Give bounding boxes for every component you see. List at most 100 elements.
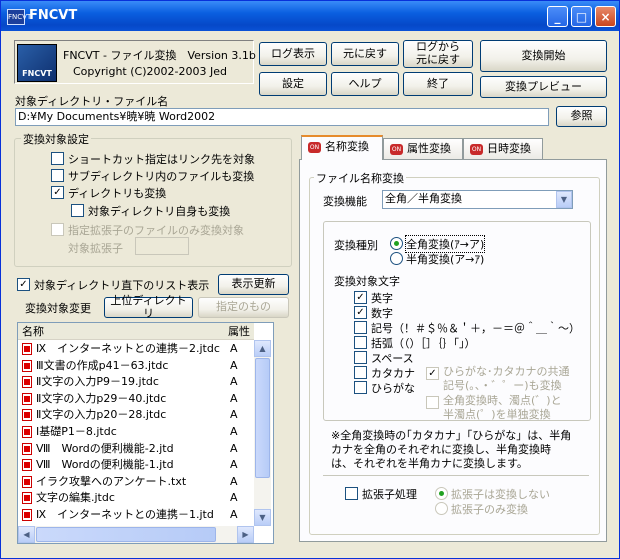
minimize-button[interactable]: _	[547, 6, 568, 27]
sym-checkbox[interactable]	[354, 321, 367, 334]
eng-checkbox[interactable]: ✓	[354, 291, 367, 304]
chars-label: 変換対象文字	[334, 275, 400, 288]
start-convert-button[interactable]: 変換開始	[480, 40, 607, 72]
specified-button[interactable]: 指定のもの	[198, 297, 289, 318]
common-symbols-label: ひらがな･カタカナの共通 記号(。、・゛゜ー)も変換	[443, 365, 570, 392]
undo-button[interactable]: 元に戻す	[331, 42, 399, 66]
ext-only-checkbox[interactable]	[51, 223, 64, 236]
ext-nochange-label: 拡張子は変換しない	[451, 488, 550, 501]
file-attr: A	[230, 425, 238, 438]
file-icon	[22, 392, 32, 405]
list-item[interactable]: Ⅱ文字の入力P9－19.jtdc A	[18, 374, 254, 390]
function-label: 変換機能	[323, 195, 367, 208]
list-item[interactable]: Ⅸ インターネットとの連携－1.jtd A	[18, 507, 254, 523]
space-label: スペース	[371, 352, 414, 365]
title-bar[interactable]: FNCVT FNCVT _ □ ×	[1, 1, 619, 31]
file-name: Ⅱ文字の入力p29－40.jtdc	[36, 391, 167, 405]
target-path-input[interactable]: D:¥My Documents¥暁¥暁 Word2002	[15, 108, 549, 126]
scroll-thumb[interactable]	[255, 358, 270, 478]
parent-dir-button[interactable]: 上位ディレクトリ	[104, 294, 193, 319]
file-icon	[22, 359, 32, 372]
divider	[323, 475, 589, 476]
space-checkbox[interactable]	[354, 351, 367, 364]
file-attr: A	[230, 342, 238, 355]
column-header-name[interactable]: 名称	[18, 323, 224, 340]
kind-zenkaku-radio[interactable]	[390, 237, 403, 250]
function-select[interactable]: 全角／半角変換	[382, 190, 573, 209]
num-checkbox[interactable]: ✓	[354, 306, 367, 319]
tab-date-convert[interactable]: ON 日時変換	[463, 138, 543, 159]
list-item[interactable]: Ⅲ文書の作成p41－63.jtdc A	[18, 358, 254, 374]
ext-only-label: 指定拡張子のファイルのみ変換対象	[68, 224, 244, 237]
maximize-button[interactable]: □	[571, 6, 592, 27]
shortcut-label: ショートカット指定はリンク先を対象	[68, 153, 255, 166]
browse-button[interactable]: 参照	[556, 106, 607, 127]
file-attr: A	[230, 391, 238, 405]
list-item[interactable]: イラク攻撃へのアンケート.txt A	[18, 474, 254, 490]
close-button[interactable]: ×	[595, 6, 616, 27]
window-title: FNCVT	[29, 8, 78, 23]
list-item[interactable]: Ⅱ文字の入力p20－28.jtdc A	[18, 407, 254, 423]
chevron-down-icon[interactable]: ▼	[556, 191, 572, 208]
subdir-checkbox[interactable]	[51, 169, 64, 182]
tab-name-convert[interactable]: ON 名称変換	[301, 135, 383, 160]
hscroll-thumb[interactable]	[36, 527, 216, 542]
copyright-text: Copyright (C)2002-2003 Jed	[73, 65, 227, 78]
change-target-label: 変換対象変更	[25, 302, 91, 315]
ext-nochange-radio[interactable]	[435, 487, 448, 500]
ext-proc-checkbox[interactable]	[345, 487, 358, 500]
exit-button[interactable]: 終了	[403, 72, 473, 96]
scroll-down-icon[interactable]: ▼	[254, 509, 271, 526]
file-name: イラク攻撃へのアンケート.txt	[36, 474, 187, 488]
file-name: 文字の編集.jtdc	[36, 491, 115, 505]
eng-label: 英字	[371, 292, 393, 305]
ext-input[interactable]	[135, 237, 189, 255]
log-show-button[interactable]: ログ表示	[259, 42, 327, 66]
kind-zenkaku-label: 全角変換(ｱ→ア)	[404, 235, 486, 253]
list-item[interactable]: Ⅸ インターネットとの連携－2.jtdc A	[18, 341, 254, 357]
scroll-left-icon[interactable]: ◀	[18, 526, 35, 543]
file-name: Ⅰ基礎P1－8.jtdc	[36, 425, 117, 438]
kind-hankaku-radio[interactable]	[390, 252, 403, 265]
settings-button[interactable]: 設定	[259, 72, 327, 96]
dir-checkbox[interactable]: ✓	[51, 186, 64, 199]
file-icon	[22, 409, 32, 422]
show-list-checkbox[interactable]: ✓	[17, 278, 30, 291]
self-dir-checkbox[interactable]	[71, 204, 84, 217]
shortcut-checkbox[interactable]	[51, 152, 64, 165]
dakuten-label: 全角変換時、濁点(゛)と 半濁点(゜)を単独変換	[443, 394, 562, 421]
horizontal-scrollbar[interactable]: ◀ ▶	[18, 526, 254, 543]
help-button[interactable]: ヘルプ	[331, 72, 399, 96]
scroll-right-icon[interactable]: ▶	[237, 526, 254, 543]
dakuten-checkbox[interactable]	[426, 396, 439, 409]
bracket-checkbox[interactable]	[354, 336, 367, 349]
file-attr: A	[230, 474, 238, 488]
file-icon	[22, 376, 32, 389]
show-list-label: 対象ディレクトリ直下のリスト表示	[34, 279, 210, 292]
vertical-scrollbar[interactable]: ▲ ▼	[254, 340, 271, 526]
list-item[interactable]: 文字の編集.jtdc A	[18, 490, 254, 506]
list-item[interactable]: Ⅱ文字の入力p29－40.jtdc A	[18, 391, 254, 407]
list-item[interactable]: Ⅰ基礎P1－8.jtdc A	[18, 424, 254, 440]
file-name: Ⅷ Wordの便利機能-2.jtd	[36, 441, 174, 455]
katakana-checkbox[interactable]	[354, 366, 367, 379]
file-icon	[22, 459, 32, 472]
list-item[interactable]: Ⅷ Wordの便利機能-1.jtd A	[18, 457, 254, 473]
refresh-button[interactable]: 表示更新	[218, 274, 289, 295]
hiragana-checkbox[interactable]	[354, 381, 367, 394]
file-list[interactable]: 名称 属性 Ⅸ インターネットとの連携－2.jtdc A Ⅲ文書の作成p41－63.…	[17, 322, 274, 544]
undo-from-log-button[interactable]: ログから 元に戻す	[403, 40, 473, 68]
common-symbols-checkbox[interactable]: ✓	[426, 367, 439, 380]
scroll-up-icon[interactable]: ▲	[254, 340, 271, 357]
tab-attr-convert[interactable]: ON 属性変換	[383, 138, 463, 159]
file-icon	[22, 426, 32, 438]
preview-button[interactable]: 変換プレビュー	[480, 76, 607, 98]
file-attr: A	[230, 458, 238, 472]
column-header-attr[interactable]: 属性	[224, 323, 254, 340]
kind-label: 変換種別	[334, 239, 378, 252]
target-label: 対象ディレクトリ・ファイル名	[15, 95, 169, 108]
file-attr: A	[230, 358, 238, 372]
ext-only-radio[interactable]	[435, 502, 448, 515]
ext-proc-label: 拡張子処理	[362, 488, 417, 501]
list-item[interactable]: Ⅷ Wordの便利機能-2.jtd A	[18, 441, 254, 457]
